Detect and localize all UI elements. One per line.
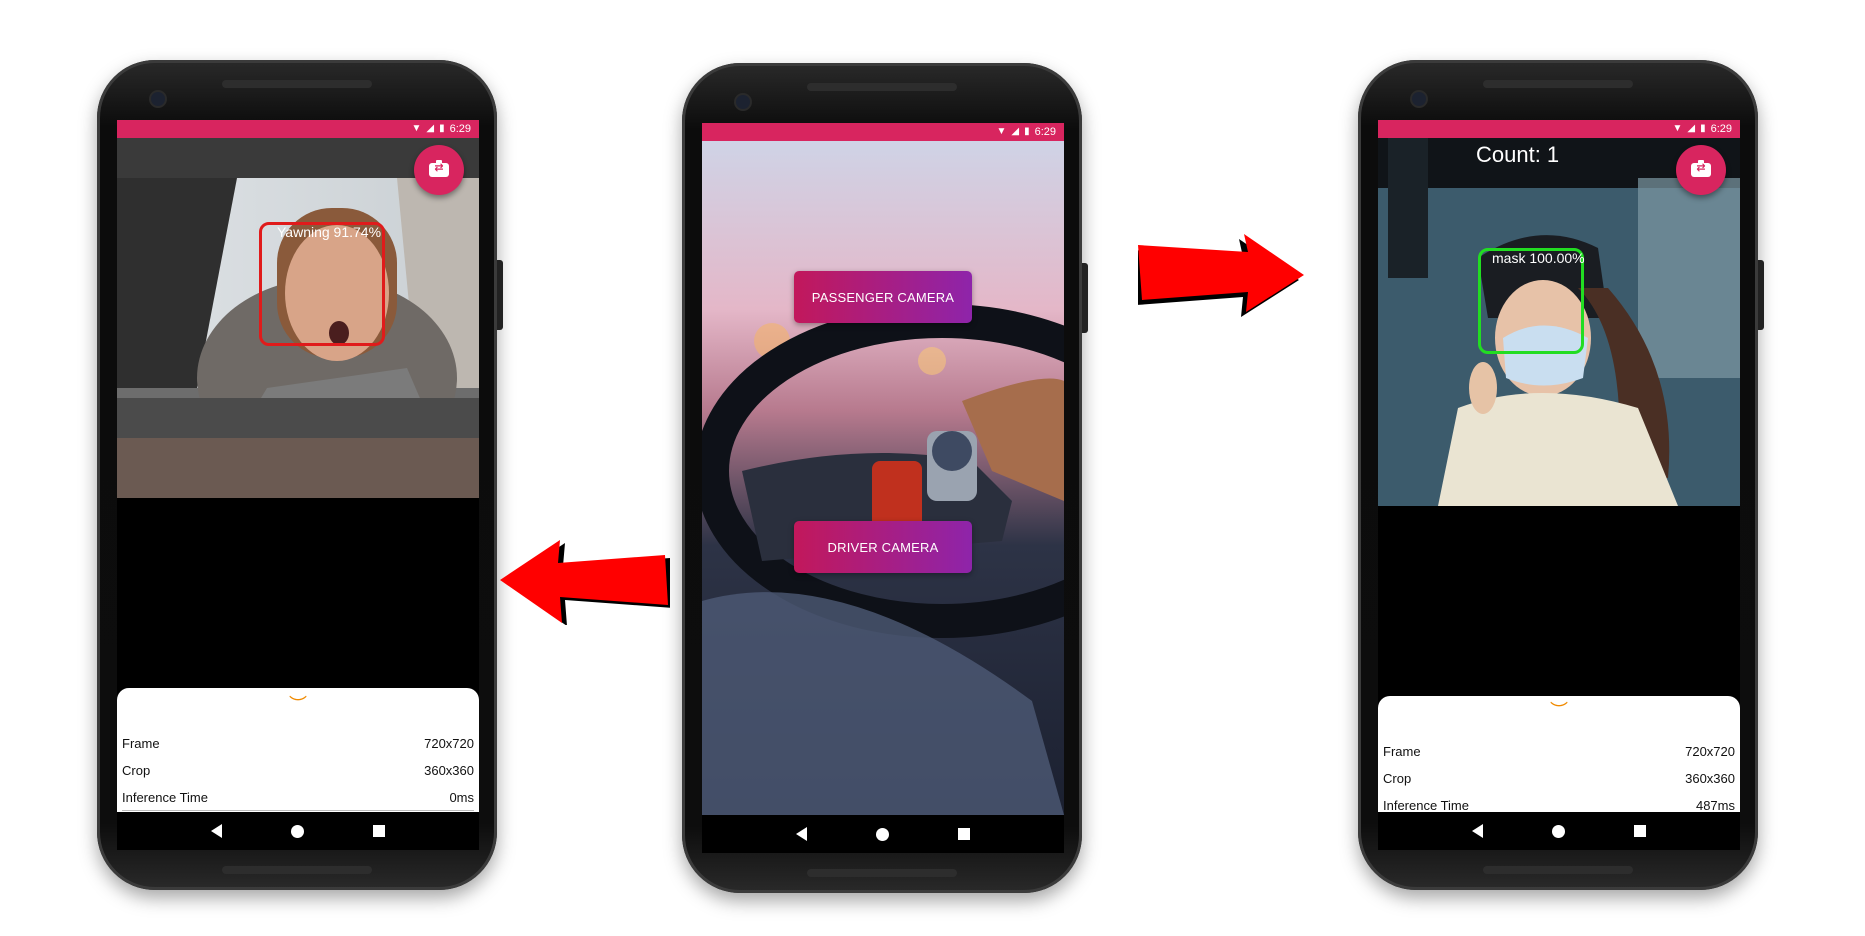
- recents-icon[interactable]: [372, 825, 385, 837]
- steering-wheel-photo: [702, 141, 1064, 815]
- detection-label: mask 100.00%: [1492, 250, 1585, 266]
- info-row-value: 360x360: [1685, 771, 1735, 786]
- divider: [122, 810, 474, 811]
- info-row-value: 0ms: [449, 790, 474, 805]
- battery-icon: ▮: [1700, 123, 1706, 134]
- wifi-icon: ▼: [996, 126, 1007, 137]
- info-row-label: Frame: [122, 736, 160, 751]
- front-camera: [736, 95, 750, 109]
- arrow-right-icon: [1138, 234, 1304, 317]
- switch-camera-icon: [429, 160, 449, 177]
- earpiece-speaker: [222, 80, 372, 88]
- info-row-label: Crop: [1383, 771, 1412, 786]
- chevron-down-icon[interactable]: ︶: [289, 696, 307, 714]
- nav-bar: [1378, 812, 1740, 850]
- signal-icon: ◢: [1687, 123, 1696, 134]
- status-bar: ▼ ◢ ▮ 6:29: [117, 120, 479, 138]
- status-time: 6:29: [449, 123, 471, 135]
- info-row-value: 487ms: [1695, 798, 1735, 813]
- nav-bar: [702, 815, 1064, 853]
- info-row-value: 720x720: [1685, 744, 1735, 759]
- battery-icon: ▮: [1024, 126, 1030, 137]
- back-icon[interactable]: [211, 824, 223, 838]
- home-icon[interactable]: [1551, 824, 1565, 838]
- info-row-crop: Crop 360x360: [122, 763, 474, 778]
- passenger-camera-button[interactable]: PASSENGER CAMERA: [794, 271, 972, 323]
- home-icon[interactable]: [875, 827, 889, 841]
- side-button: [497, 260, 503, 330]
- status-time: 6:29: [1034, 126, 1056, 138]
- wifi-icon: ▼: [1672, 123, 1683, 134]
- status-time: 6:29: [1710, 123, 1732, 135]
- info-row-inference: Inference Time 487ms: [1383, 798, 1735, 813]
- info-row-value: 360x360: [424, 763, 474, 778]
- center-screen: ▼ ◢ ▮ 6:29 PASSENGER CAMERA DRIVER CAMER…: [702, 123, 1064, 853]
- info-row-frame: Frame 720x720: [122, 736, 474, 751]
- signal-icon: ◢: [1011, 126, 1020, 137]
- earpiece-speaker: [1483, 80, 1633, 88]
- earpiece-speaker: [807, 83, 957, 91]
- right-phone: ▼ ◢ ▮ 6:29 Count: 1 mask 100.00% ⇄ ︶ Fra…: [1358, 60, 1764, 890]
- switch-camera-button[interactable]: [1676, 145, 1726, 195]
- background-image: [702, 141, 1064, 815]
- info-panel: ︶ Frame 720x720 Crop 360x360 Inference T…: [117, 688, 479, 812]
- info-row-label: Inference Time: [1383, 798, 1469, 813]
- wifi-icon: ▼: [411, 123, 422, 134]
- left-screen: ▼ ◢ ▮ 6:29 Yawning 91.74% ⇄ ︶ Frame 720x…: [117, 120, 479, 850]
- count-label: Count: 1: [1476, 142, 1560, 167]
- arrow-left-icon: [500, 540, 670, 625]
- info-row-crop: Crop 360x360: [1383, 771, 1735, 786]
- switch-camera-button[interactable]: [414, 145, 464, 195]
- signal-icon: ◢: [426, 123, 435, 134]
- bottom-speaker: [807, 869, 957, 877]
- detection-label: Yawning 91.74%: [277, 224, 382, 240]
- front-camera: [151, 92, 165, 106]
- info-row-value: 720x720: [424, 736, 474, 751]
- info-panel: ︶ Frame 720x720 Crop 360x360 Inference T…: [1378, 696, 1740, 813]
- recents-icon[interactable]: [957, 828, 970, 840]
- back-icon[interactable]: [1472, 824, 1484, 838]
- side-button: [1758, 260, 1764, 330]
- chevron-down-icon[interactable]: ︶: [1550, 702, 1568, 720]
- status-bar: ▼ ◢ ▮ 6:29: [1378, 120, 1740, 138]
- driver-camera-button[interactable]: DRIVER CAMERA: [794, 521, 972, 573]
- info-row-inference: Inference Time 0ms: [122, 790, 474, 805]
- info-row-label: Crop: [122, 763, 151, 778]
- back-icon[interactable]: [796, 827, 808, 841]
- detection-box: [259, 222, 385, 346]
- front-camera: [1412, 92, 1426, 106]
- switch-camera-icon: [1691, 160, 1711, 177]
- bottom-speaker: [1483, 866, 1633, 874]
- status-bar: ▼ ◢ ▮ 6:29: [702, 123, 1064, 141]
- side-button: [1082, 263, 1088, 333]
- left-phone: ▼ ◢ ▮ 6:29 Yawning 91.74% ⇄ ︶ Frame 720x…: [97, 60, 503, 890]
- bottom-speaker: [222, 866, 372, 874]
- home-icon[interactable]: [290, 824, 304, 838]
- right-screen: ▼ ◢ ▮ 6:29 Count: 1 mask 100.00% ⇄ ︶ Fra…: [1378, 120, 1740, 850]
- info-row-frame: Frame 720x720: [1383, 744, 1735, 759]
- nav-bar: [117, 812, 479, 850]
- info-row-label: Frame: [1383, 744, 1421, 759]
- center-phone: ▼ ◢ ▮ 6:29 PASSENGER CAMERA DRIVER CAMER…: [682, 63, 1088, 893]
- battery-icon: ▮: [439, 123, 445, 134]
- info-row-label: Inference Time: [122, 790, 208, 805]
- recents-icon[interactable]: [1633, 825, 1646, 837]
